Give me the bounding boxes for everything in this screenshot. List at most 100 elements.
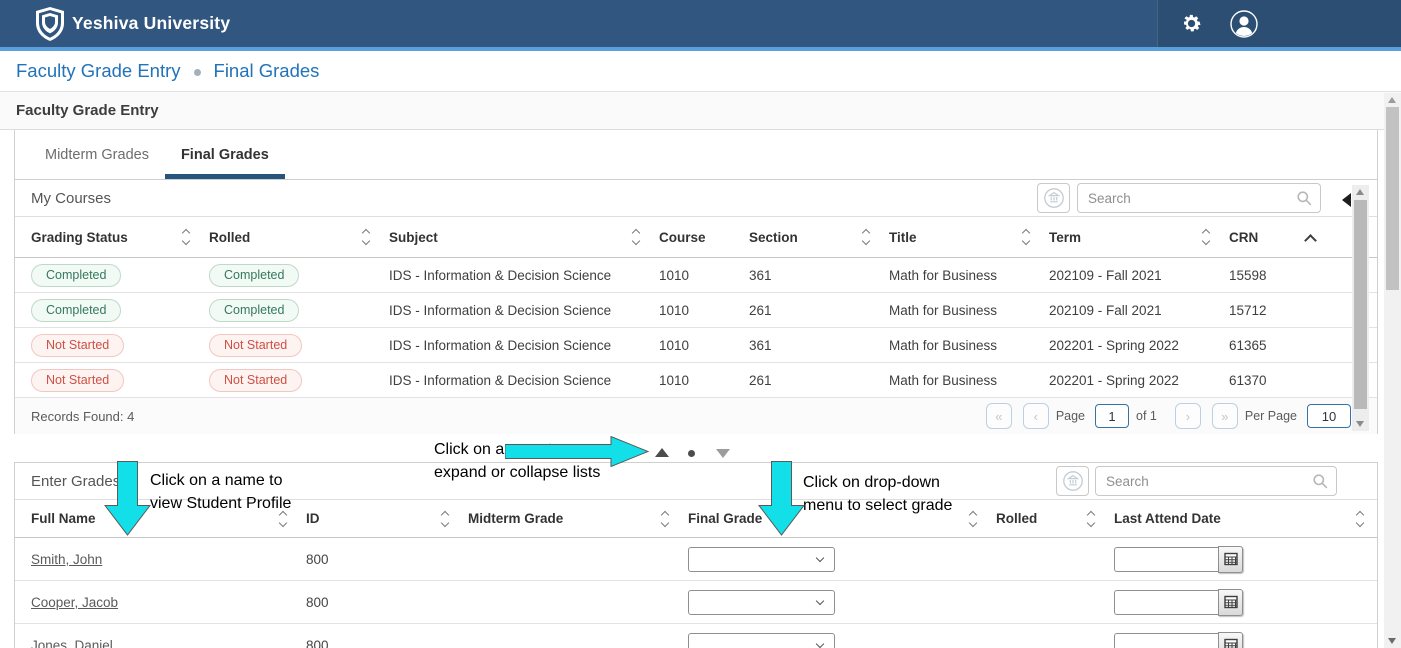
student-row[interactable]: Cooper, Jacob 800	[15, 581, 1377, 624]
faculty-grade-entry-page: Yeshiva University Faculty Grade Entry F…	[0, 0, 1401, 648]
sort-ascending-icon[interactable]	[1304, 234, 1317, 247]
scroll-up-icon[interactable]	[1388, 97, 1396, 103]
title-cell: Math for Business	[889, 338, 1049, 353]
last-attend-date-input[interactable]	[1114, 633, 1218, 648]
sort-icon[interactable]	[863, 230, 869, 244]
records-found-label: Records Found: 4	[31, 409, 134, 424]
brand-name: Yeshiva University	[72, 0, 230, 47]
scrollbar-thumb[interactable]	[1386, 107, 1399, 290]
final-grade-select[interactable]	[688, 547, 835, 572]
grading-status-badge: Completed	[31, 299, 121, 322]
user-avatar-icon[interactable]	[1229, 9, 1259, 39]
grading-status-badge: Not Started	[31, 334, 124, 357]
sort-icon[interactable]	[1357, 512, 1363, 526]
breadcrumb: Faculty Grade Entry Final Grades	[0, 51, 1401, 92]
sort-icon[interactable]	[1023, 230, 1029, 244]
final-grade-select[interactable]	[688, 590, 835, 615]
col-subject[interactable]: Subject	[389, 230, 659, 245]
grid-settings-button[interactable]	[1037, 183, 1070, 213]
my-courses-search-input[interactable]	[1077, 183, 1321, 213]
per-page-input[interactable]	[1307, 404, 1351, 428]
last-attend-date-input[interactable]	[1114, 547, 1218, 572]
tab-midterm-grades[interactable]: Midterm Grades	[29, 130, 165, 179]
col-section[interactable]: Section	[749, 230, 889, 245]
calendar-button[interactable]	[1218, 589, 1243, 616]
enter-grades-search-input[interactable]	[1095, 466, 1337, 496]
student-id-cell: 800	[306, 595, 468, 610]
section-cell: 361	[749, 268, 889, 283]
sort-icon[interactable]	[633, 230, 639, 244]
page-number-input[interactable]	[1095, 404, 1129, 428]
student-row[interactable]: Jones, Daniel 800	[15, 624, 1377, 648]
col-grading-status[interactable]: Grading Status	[31, 230, 209, 245]
collapse-panel-arrow-icon[interactable]	[1342, 193, 1351, 207]
table-scrollbar[interactable]	[1352, 185, 1369, 431]
annotation-down-arrow	[104, 461, 151, 536]
sort-icon[interactable]	[183, 230, 189, 244]
breadcrumb-final-grades[interactable]: Final Grades	[214, 60, 320, 82]
grid-settings-button[interactable]	[1056, 466, 1089, 496]
tab-final-grades[interactable]: Final Grades	[165, 130, 285, 179]
list-toggle-dot-icon[interactable]	[688, 450, 695, 457]
pagination-controls: « ‹ Page of 1 › » Per Page	[975, 398, 1351, 434]
col-crn[interactable]: CRN	[1229, 230, 1339, 245]
expand-list-arrow-icon[interactable]	[655, 448, 669, 457]
annotation-student-profile: Click on a name to view Student Profile	[150, 469, 291, 515]
col-last-attend-date[interactable]: Last Attend Date	[1114, 511, 1377, 526]
course-row[interactable]: Not Started Not Started IDS - Informatio…	[15, 363, 1377, 398]
final-grade-select[interactable]	[688, 633, 835, 648]
student-name-link[interactable]: Smith, John	[31, 552, 102, 567]
calendar-button[interactable]	[1218, 546, 1243, 573]
student-id-cell: 800	[306, 638, 468, 648]
my-courses-panel: My Courses Grading Status Rolled Subject…	[14, 180, 1378, 434]
search-icon	[1296, 190, 1312, 206]
scroll-down-icon[interactable]	[1388, 638, 1396, 644]
student-row[interactable]: Smith, John 800	[15, 538, 1377, 581]
rolled-status-badge: Not Started	[209, 369, 302, 392]
calendar-button[interactable]	[1218, 632, 1243, 648]
course-row[interactable]: Completed Completed IDS - Information & …	[15, 258, 1377, 293]
last-attend-date-input[interactable]	[1114, 590, 1218, 615]
col-title[interactable]: Title	[889, 230, 1049, 245]
sort-icon[interactable]	[363, 230, 369, 244]
col-id[interactable]: ID	[306, 511, 468, 526]
my-courses-column-headers: Grading Status Rolled Subject Course Sec…	[15, 217, 1377, 258]
collapse-list-arrow-icon[interactable]	[716, 449, 730, 458]
next-page-button[interactable]: ›	[1175, 403, 1201, 429]
subject-cell: IDS - Information & Decision Science	[389, 373, 659, 388]
student-name-link[interactable]: Cooper, Jacob	[31, 595, 118, 610]
sort-icon[interactable]	[1088, 512, 1094, 526]
crn-cell: 15598	[1229, 268, 1339, 283]
first-page-button[interactable]: «	[986, 403, 1012, 429]
sort-icon[interactable]	[1203, 230, 1209, 244]
rolled-status-badge: Not Started	[209, 334, 302, 357]
scrollbar-thumb[interactable]	[1354, 200, 1367, 409]
title-cell: Math for Business	[889, 268, 1049, 283]
col-term[interactable]: Term	[1049, 230, 1229, 245]
page-scrollbar[interactable]	[1384, 93, 1401, 648]
sort-icon[interactable]	[442, 512, 448, 526]
last-page-button[interactable]: »	[1212, 403, 1238, 429]
term-cell: 202109 - Fall 2021	[1049, 268, 1229, 283]
gear-icon[interactable]	[1180, 12, 1203, 35]
scroll-down-icon[interactable]	[1356, 421, 1364, 427]
term-cell: 202201 - Spring 2022	[1049, 338, 1229, 353]
course-row[interactable]: Not Started Not Started IDS - Informatio…	[15, 328, 1377, 363]
col-rolled[interactable]: Rolled	[209, 230, 389, 245]
student-name-link[interactable]: Jones, Daniel	[31, 638, 113, 648]
sort-icon[interactable]	[970, 512, 976, 526]
crn-cell: 15712	[1229, 303, 1339, 318]
col-midterm-grade[interactable]: Midterm Grade	[468, 511, 688, 526]
col-rolled[interactable]: Rolled	[996, 511, 1114, 526]
my-courses-search	[1077, 183, 1321, 213]
breadcrumb-faculty-grade-entry[interactable]: Faculty Grade Entry	[16, 60, 181, 82]
col-course[interactable]: Course	[659, 230, 749, 245]
scroll-up-icon[interactable]	[1356, 189, 1364, 195]
grid-settings-icon	[1043, 187, 1065, 209]
sort-icon[interactable]	[662, 512, 668, 526]
calendar-icon	[1224, 552, 1238, 566]
course-cell: 1010	[659, 373, 749, 388]
course-row[interactable]: Completed Completed IDS - Information & …	[15, 293, 1377, 328]
title-cell: Math for Business	[889, 373, 1049, 388]
previous-page-button[interactable]: ‹	[1023, 403, 1049, 429]
